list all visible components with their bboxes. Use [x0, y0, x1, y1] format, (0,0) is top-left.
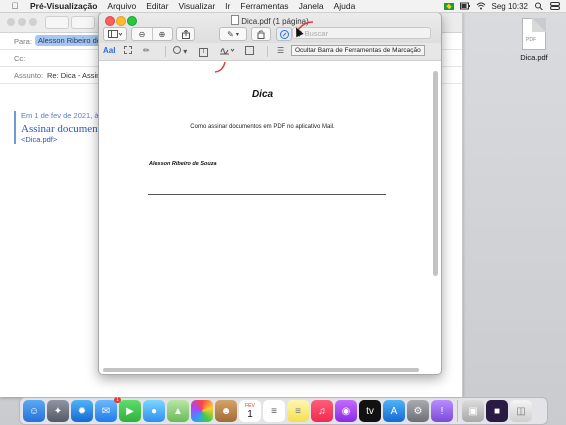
sign-tool[interactable]	[220, 46, 236, 56]
launchpad-icon[interactable]: ✦	[47, 400, 69, 422]
apple-tv-icon[interactable]: tv	[359, 400, 381, 422]
signature-name: Alesson Ribeiro de Souza	[149, 161, 217, 167]
messages-icon[interactable]: ●	[143, 400, 165, 422]
menu-item-ferramentas[interactable]: Ferramentas	[240, 1, 288, 11]
app-store-icon[interactable]: A	[383, 400, 405, 422]
mail-zoom-button[interactable]	[29, 18, 37, 26]
signature-line	[148, 194, 386, 195]
signature-icon	[220, 48, 235, 55]
dashed-rectangle-icon	[124, 46, 132, 54]
mail-minimize-button[interactable]	[18, 18, 26, 26]
desktop-file-dica-pdf[interactable]: PDF Dica.pdf	[512, 18, 556, 62]
document-view[interactable]: Dica Como assinar documentos em PDF no a…	[99, 61, 441, 374]
mail-header-fields-button[interactable]	[71, 16, 95, 29]
preview-app-icon[interactable]: ▣	[462, 400, 484, 422]
menu-item-janela[interactable]: Janela	[299, 1, 324, 11]
menu-item-visualizar[interactable]: Visualizar	[178, 1, 215, 11]
sidebar-icon	[108, 30, 122, 38]
vertical-scrollbar[interactable]	[433, 71, 438, 276]
text-box-icon: T	[199, 48, 208, 57]
subject-field[interactable]: Re: Dica - Assin	[47, 71, 100, 80]
feedback-icon[interactable]: !	[431, 400, 453, 422]
wifi-icon[interactable]	[476, 2, 486, 10]
note-icon	[245, 46, 254, 55]
rectangular-selection-tool[interactable]	[124, 46, 132, 56]
note-tool[interactable]	[245, 46, 254, 56]
menu-item-ir[interactable]: Ir	[225, 1, 230, 11]
quoted-message: Em 1 de fev de 2021, à(s) Assinar docume…	[14, 111, 107, 144]
mail-send-button[interactable]	[45, 16, 69, 29]
facetime-icon[interactable]: ▶	[119, 400, 141, 422]
input-source-flag-icon[interactable]	[443, 2, 454, 10]
sketch-tool[interactable]: ✏	[143, 46, 150, 56]
window-title: Dica.pdf (1 página)	[99, 15, 441, 26]
calendar-icon[interactable]: FEV 1	[239, 400, 261, 422]
screen-recording-icon[interactable]: ■	[486, 400, 508, 422]
attachment-link[interactable]: <Dica.pdf>	[21, 135, 107, 144]
share-button[interactable]	[176, 27, 195, 41]
mail-close-button[interactable]	[7, 18, 15, 26]
markup-toolbar-button[interactable]	[276, 27, 292, 41]
safari-icon[interactable]: ✹	[71, 400, 93, 422]
quote-title: Assinar documento	[21, 123, 107, 135]
shape-style-tool[interactable]: ☰	[277, 46, 284, 56]
to-label: Para:	[14, 37, 32, 46]
text-selection-tool[interactable]: AaI	[103, 46, 115, 56]
music-icon[interactable]: ♫	[311, 400, 333, 422]
sidebar-toggle-button[interactable]	[103, 27, 127, 41]
page-subtitle: Como assinar documentos em PDF no aplica…	[190, 124, 335, 130]
annotation-mark-bottom	[214, 61, 226, 73]
podcasts-icon[interactable]: ◉	[335, 400, 357, 422]
trash-icon[interactable]: ◫	[510, 400, 532, 422]
apple-menu-icon[interactable]: 	[9, 1, 21, 11]
zoom-in-icon[interactable]: ⊕	[153, 30, 172, 39]
finder-icon[interactable]: ☺	[23, 400, 45, 422]
preview-window: Dica.pdf (1 página) ⊖ ⊕ ✎ ▾ ⚲ Buscar AaI …	[98, 12, 442, 375]
pdf-file-icon: PDF	[522, 18, 546, 50]
cc-label: Cc:	[14, 54, 26, 63]
menu-bar:  Pré-Visualização Arquivo Editar Visual…	[0, 0, 566, 13]
recipient-chip[interactable]: Alesson Ribeiro de	[35, 35, 104, 46]
quote-header: Em 1 de fev de 2021, à(s)	[21, 111, 108, 120]
maps-icon[interactable]: ▲	[167, 400, 189, 422]
pdf-page[interactable]: Dica Como assinar documentos em PDF no a…	[99, 61, 426, 367]
system-preferences-icon[interactable]: ⚙	[407, 400, 429, 422]
text-box-tool[interactable]: T	[199, 46, 208, 57]
zoom-out-icon[interactable]: ⊖	[133, 30, 152, 39]
subject-label: Assunto:	[14, 71, 44, 80]
markup-pen-circle-icon	[279, 29, 289, 39]
pdf-icon	[231, 15, 240, 25]
notes-icon[interactable]: ≡	[287, 400, 309, 422]
spotlight-search-icon[interactable]	[534, 2, 544, 10]
status-area: Seg 10:32	[443, 0, 560, 12]
pen-icon: ✎	[227, 29, 234, 39]
zoom-segment: ⊖ ⊕	[131, 27, 173, 41]
rotate-button[interactable]	[251, 27, 271, 41]
share-icon	[181, 29, 190, 39]
mail-icon[interactable]: ✉ 1	[95, 397, 121, 422]
control-center-icon[interactable]	[550, 2, 560, 10]
highlight-button[interactable]: ✎ ▾	[219, 27, 247, 41]
shapes-tool[interactable]: ▾	[173, 46, 187, 56]
page-title: Dica	[251, 89, 274, 100]
reminders-icon[interactable]: ≡	[263, 400, 285, 422]
photos-icon[interactable]	[191, 400, 213, 422]
shapes-icon	[173, 46, 181, 54]
horizontal-scrollbar[interactable]	[103, 368, 419, 372]
contacts-icon[interactable]: ☻	[215, 400, 237, 422]
menu-app-name[interactable]: Pré-Visualização	[30, 1, 97, 11]
tooltip: Ocultar Barra de Ferramentas de Marcação	[291, 45, 425, 56]
rotate-icon	[257, 29, 264, 39]
battery-icon[interactable]	[459, 2, 470, 10]
clock[interactable]: Seg 10:32	[492, 2, 528, 11]
menu-item-arquivo[interactable]: Arquivo	[107, 1, 136, 11]
dock-separator	[457, 400, 458, 422]
menu-item-ajuda[interactable]: Ajuda	[334, 1, 356, 11]
dock: ☺ ✦ ✹ ✉ 1 ▶ ● ▲ ☻ FEV 1 ≡ ≡ ♫ ◉ tv A ⚙ ! ▣…	[19, 397, 548, 425]
chevron-down-icon: ▾	[235, 31, 239, 38]
menu-item-editar[interactable]: Editar	[146, 1, 168, 11]
desktop-file-name: Dica.pdf	[520, 53, 548, 62]
